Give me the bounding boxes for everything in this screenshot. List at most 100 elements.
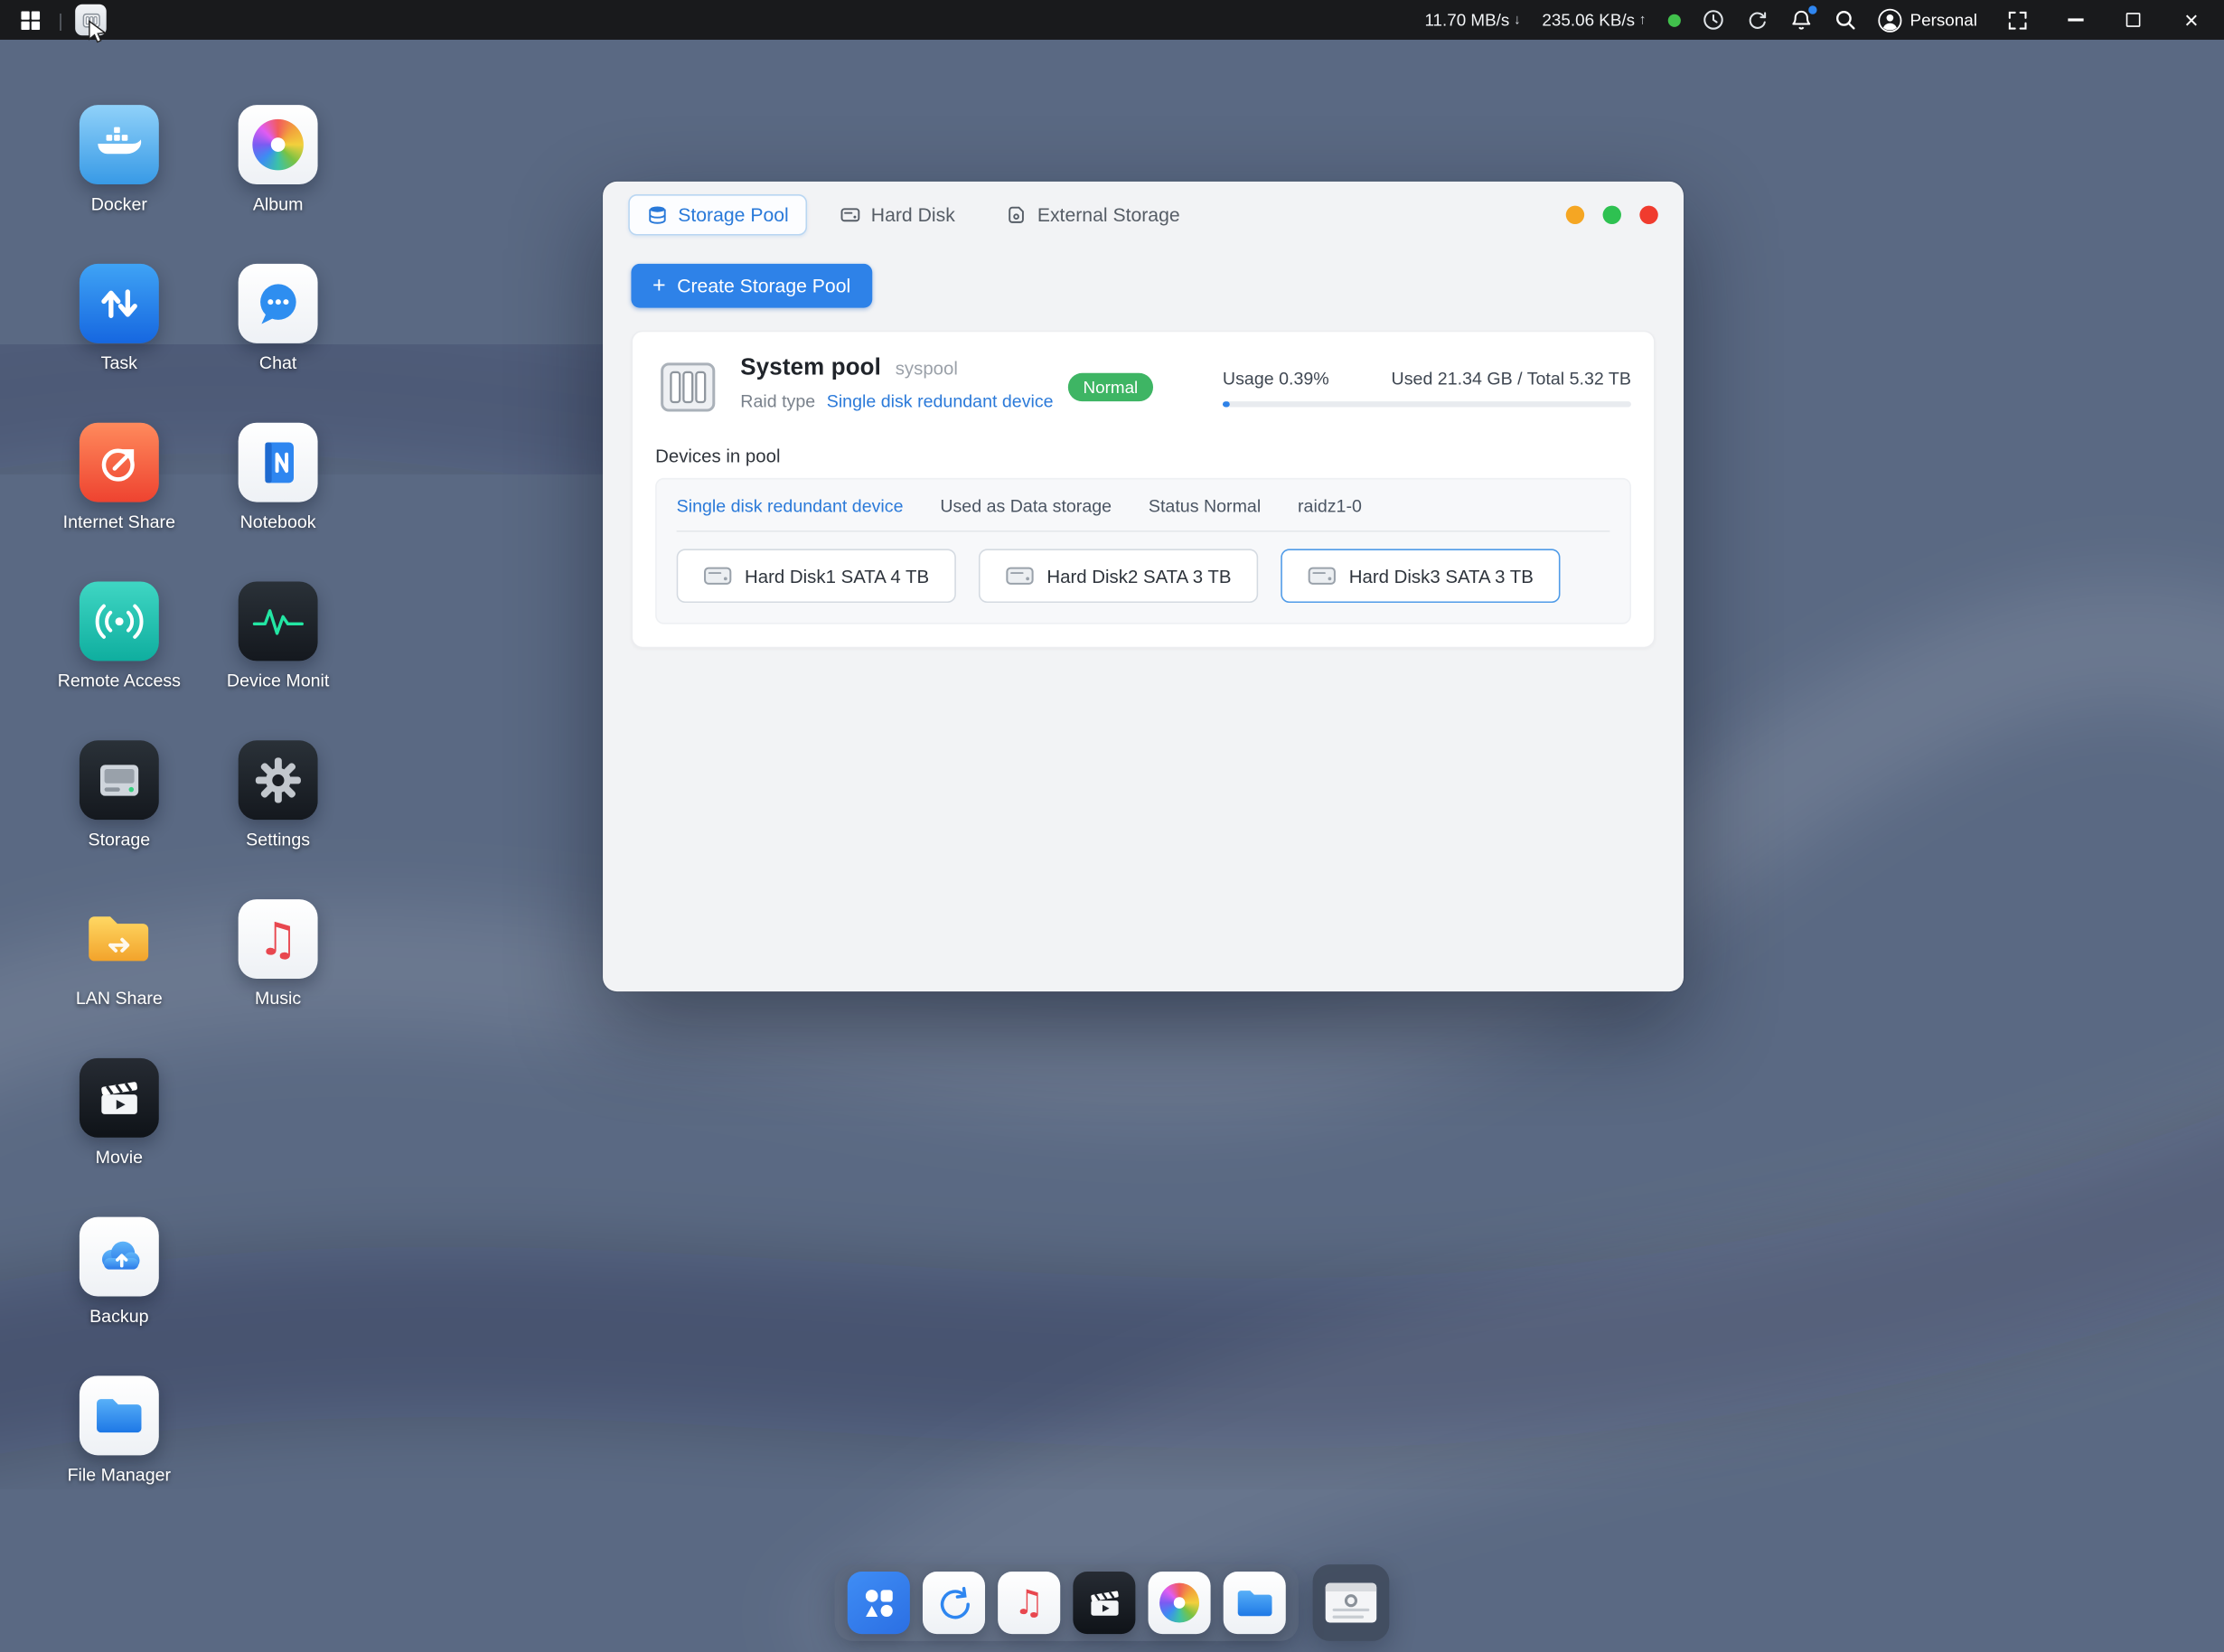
taskbar: | 11.70 MB/s↓ 235.06 KB/s↑ Personal bbox=[0, 0, 2224, 40]
dock-item-launcher[interactable] bbox=[848, 1572, 910, 1634]
window-minimize-dot[interactable] bbox=[1566, 205, 1584, 223]
desktop-icon-backup[interactable]: Backup bbox=[55, 1217, 183, 1327]
desktop-icon-label: Chat bbox=[214, 353, 342, 373]
device-monitor-icon bbox=[239, 582, 318, 662]
recycle-icon[interactable] bbox=[1745, 8, 1768, 31]
disk-chip-3[interactable]: Hard Disk3 SATA 3 TB bbox=[1281, 549, 1560, 603]
desktop-icon-label: Album bbox=[214, 194, 342, 214]
pool-info: System pool syspool Raid type Single dis… bbox=[740, 354, 1053, 411]
music-icon: ♫ bbox=[239, 899, 318, 979]
storage-window-tabs: Storage Pool Hard Disk External Storage bbox=[628, 193, 1198, 235]
dock-item-music[interactable]: ♫ bbox=[998, 1572, 1060, 1634]
search-icon[interactable] bbox=[1834, 8, 1856, 31]
app-launcher-icon bbox=[857, 1581, 900, 1624]
dock-item-movie[interactable] bbox=[1073, 1572, 1135, 1634]
devices-in-pool-title: Devices in pool bbox=[655, 446, 1631, 467]
desktop-icon-notebook[interactable]: Notebook bbox=[214, 423, 342, 532]
notification-bell-icon[interactable] bbox=[1789, 8, 1812, 31]
minimize-button[interactable] bbox=[2057, 2, 2094, 39]
minimized-settings-window[interactable] bbox=[1313, 1564, 1390, 1641]
pool-summary-row: System pool syspool Raid type Single dis… bbox=[655, 354, 1631, 419]
window-controls bbox=[1566, 205, 1658, 223]
nas-device-icon bbox=[655, 354, 720, 419]
maximize-button[interactable] bbox=[2115, 2, 2152, 39]
desktop-icon-label: Settings bbox=[214, 830, 342, 849]
group-status: Status Normal bbox=[1149, 496, 1261, 516]
disk-label: Hard Disk3 SATA 3 TB bbox=[1349, 565, 1534, 587]
app-center-icon bbox=[932, 1581, 975, 1624]
album-icon bbox=[1159, 1583, 1199, 1623]
tab-external-storage[interactable]: External Storage bbox=[988, 193, 1198, 235]
desktop-icon-label: Backup bbox=[55, 1307, 183, 1327]
create-storage-pool-button[interactable]: + Create Storage Pool bbox=[631, 264, 871, 308]
pool-name: System pool bbox=[740, 354, 881, 381]
start-button[interactable] bbox=[14, 5, 46, 36]
desktop-icon-label: Movie bbox=[55, 1148, 183, 1168]
dock-item-album[interactable] bbox=[1149, 1572, 1211, 1634]
storage-window: Storage Pool Hard Disk External Storage bbox=[603, 182, 1684, 991]
desktop-icon-label: Notebook bbox=[214, 512, 342, 532]
backup-icon bbox=[80, 1217, 159, 1297]
disk-icon bbox=[1308, 566, 1336, 586]
external-storage-icon bbox=[1006, 203, 1028, 225]
disk-label: Hard Disk2 SATA 3 TB bbox=[1046, 565, 1231, 587]
tab-label: External Storage bbox=[1037, 203, 1180, 225]
device-group-header: Single disk redundant device Used as Dat… bbox=[677, 496, 1610, 516]
desktop-icon-storage[interactable]: Storage bbox=[55, 740, 183, 849]
dock-item-file-manager[interactable] bbox=[1224, 1572, 1286, 1634]
desktop-icon-internet-share[interactable]: Internet Share bbox=[55, 423, 183, 532]
clock-icon[interactable] bbox=[1702, 8, 1724, 31]
close-button[interactable]: × bbox=[2173, 2, 2210, 39]
capacity-label: Used 21.34 GB / Total 5.32 TB bbox=[1392, 368, 1631, 388]
tab-storage-pool[interactable]: Storage Pool bbox=[628, 193, 807, 235]
status-green-dot-icon[interactable] bbox=[1667, 14, 1680, 26]
upload-arrow-icon: ↑ bbox=[1639, 12, 1647, 27]
group-used-as: Used as Data storage bbox=[940, 496, 1112, 516]
desktop-icon-label: LAN Share bbox=[55, 989, 183, 1009]
user-avatar-icon bbox=[1877, 8, 1901, 33]
user-menu[interactable]: Personal bbox=[1877, 8, 1976, 33]
desktop-icon-device-monit[interactable]: Device Monit bbox=[214, 582, 342, 691]
desktop-icon-movie[interactable]: Movie bbox=[55, 1058, 183, 1168]
dock-zone: ♫ bbox=[835, 1564, 1390, 1641]
desktop-icon-docker[interactable]: Docker bbox=[55, 105, 183, 214]
desktop-icon-label: Docker bbox=[55, 194, 183, 214]
desktop-icon-label: Device Monit bbox=[214, 671, 342, 690]
group-type-link[interactable]: Single disk redundant device bbox=[677, 496, 904, 516]
raid-type-link[interactable]: Single disk redundant device bbox=[827, 391, 1054, 411]
tab-label: Storage Pool bbox=[678, 203, 789, 225]
movie-icon bbox=[1083, 1581, 1126, 1624]
desktop-icon-settings[interactable]: Settings bbox=[214, 740, 342, 849]
dock-item-app-center[interactable] bbox=[923, 1572, 985, 1634]
disk-list: Hard Disk1 SATA 4 TB Hard Disk2 SATA 3 T… bbox=[677, 549, 1610, 603]
task-icon bbox=[80, 264, 159, 343]
usage-progress-fill bbox=[1223, 400, 1230, 406]
device-group-panel: Single disk redundant device Used as Dat… bbox=[655, 478, 1631, 624]
desktop-icon-task[interactable]: Task bbox=[55, 264, 183, 373]
desktop-icon-lan-share[interactable]: LAN Share bbox=[55, 899, 183, 1009]
disk-icon bbox=[1006, 566, 1034, 586]
disk-icon bbox=[703, 566, 731, 586]
disk-chip-2[interactable]: Hard Disk2 SATA 3 TB bbox=[979, 549, 1258, 603]
desktop-icon-file-manager[interactable]: File Manager bbox=[55, 1375, 183, 1485]
group-raid-id: raidz1-0 bbox=[1298, 496, 1362, 516]
desktop-icon-label: Music bbox=[214, 989, 342, 1009]
taskbar-separator: | bbox=[58, 9, 62, 31]
disk-chip-1[interactable]: Hard Disk1 SATA 4 TB bbox=[677, 549, 956, 603]
dock: ♫ bbox=[835, 1564, 1299, 1641]
running-storage-app-icon[interactable] bbox=[76, 5, 108, 36]
gear-icon bbox=[1345, 1594, 1357, 1607]
desktop-icon-chat[interactable]: Chat bbox=[214, 264, 342, 373]
create-button-label: Create Storage Pool bbox=[677, 275, 850, 296]
desktop-icon-music[interactable]: ♫ Music bbox=[214, 899, 342, 1009]
window-maximize-dot[interactable] bbox=[1603, 205, 1621, 223]
pool-alias: syspool bbox=[896, 358, 958, 380]
fullscreen-button[interactable] bbox=[1998, 2, 2035, 39]
usage-progress-bar bbox=[1223, 400, 1631, 406]
music-icon: ♫ bbox=[1014, 1586, 1045, 1620]
desktop-icon-label: Internet Share bbox=[55, 512, 183, 532]
desktop-icon-album[interactable]: Album bbox=[214, 105, 342, 214]
window-close-dot[interactable] bbox=[1639, 205, 1657, 223]
tab-hard-disk[interactable]: Hard Disk bbox=[821, 193, 973, 235]
desktop-icon-remote-access[interactable]: Remote Access bbox=[55, 582, 183, 691]
